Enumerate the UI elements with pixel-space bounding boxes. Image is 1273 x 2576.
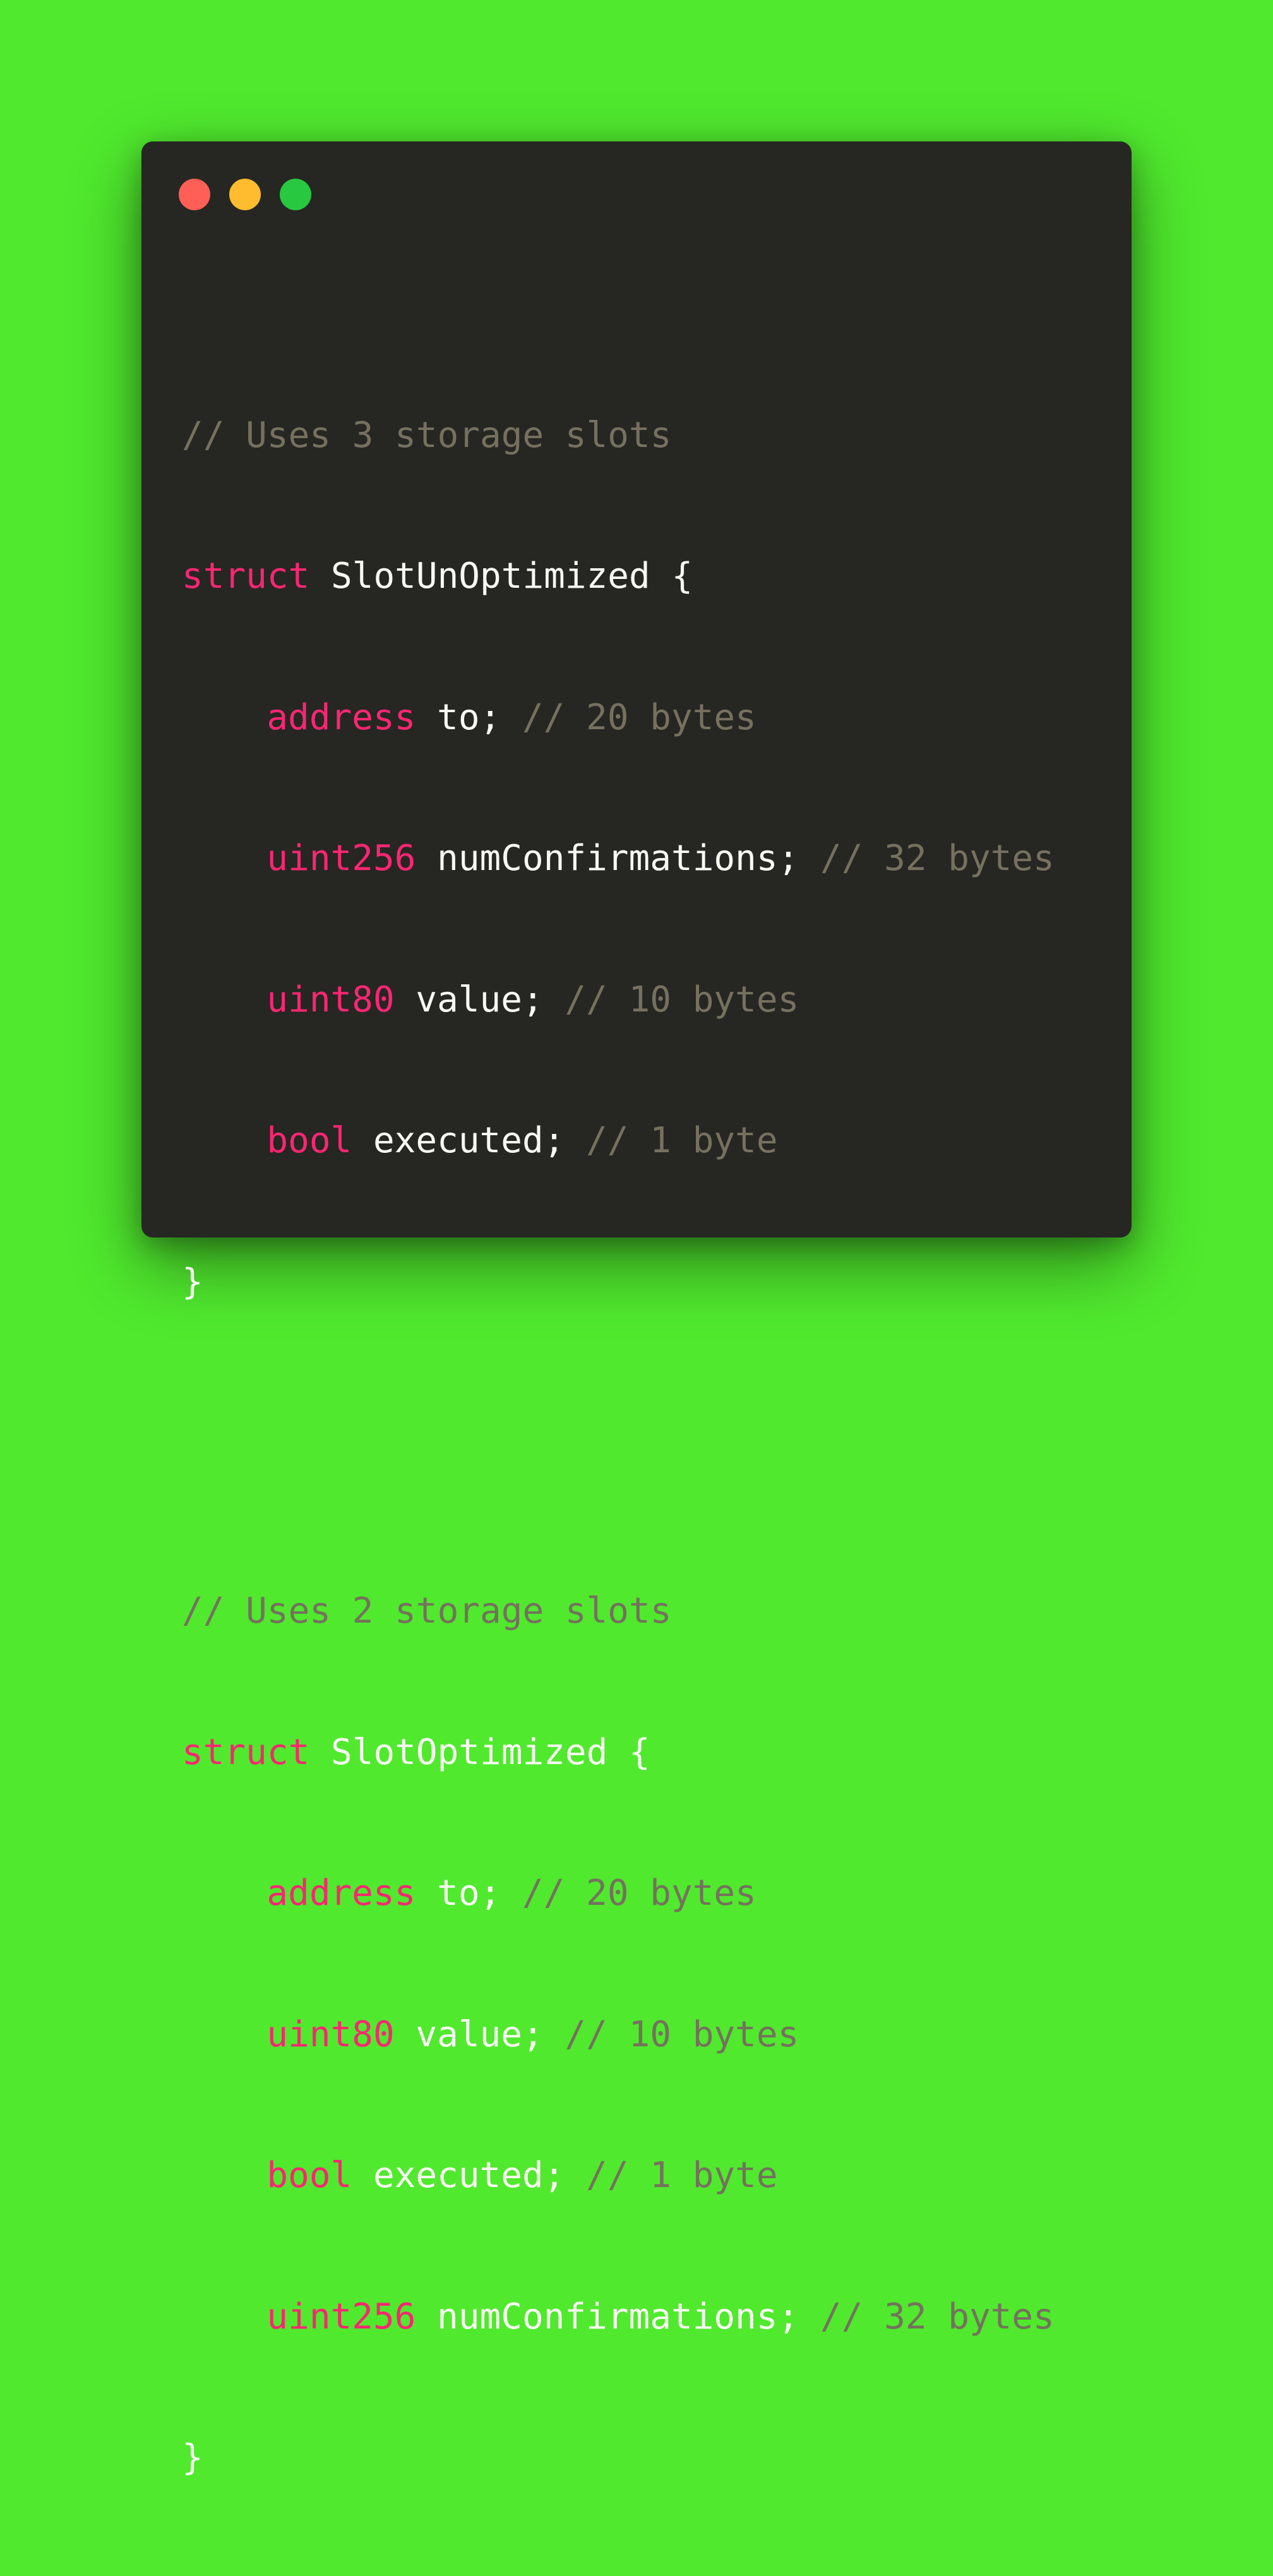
code-line: // Uses 3 storage slots (182, 412, 1055, 460)
code-line: uint80 value; // 10 bytes (182, 2012, 1055, 2059)
comment: // 20 bytes (522, 696, 756, 738)
field-decl: executed; (373, 1120, 565, 1161)
code-line: } (182, 2435, 1055, 2482)
code-line: // Uses 2 storage slots (182, 1588, 1055, 1635)
type: uint80 (266, 2013, 395, 2055)
field-decl: numConfirmations; (437, 2296, 799, 2337)
type: bool (266, 1120, 352, 1161)
page-background: { "colors": { "background": "#50e92e", "… (0, 0, 1273, 2478)
code-block: // Uses 3 storage slots struct SlotUnOpt… (182, 271, 1055, 2576)
code-line: struct SlotUnOptimized { (182, 553, 1055, 600)
field-decl: numConfirmations; (437, 838, 799, 879)
type: address (266, 696, 416, 738)
comment: // 1 byte (586, 2155, 778, 2196)
comment: // 10 bytes (565, 2013, 799, 2055)
code-line: address to; // 20 bytes (182, 1870, 1055, 1917)
code-line: uint80 value; // 10 bytes (182, 977, 1055, 1024)
comment: // 32 bytes (820, 2296, 1055, 2337)
type: uint256 (266, 838, 416, 879)
comment: // Uses 2 storage slots (182, 1590, 672, 1631)
keyword: struct (182, 1731, 310, 1773)
closing-brace: } (182, 2437, 203, 2478)
code-line: uint256 numConfirmations; // 32 bytes (182, 835, 1055, 883)
closing-brace: } (182, 1261, 203, 1303)
code-line: address to; // 20 bytes (182, 695, 1055, 742)
window-controls (179, 179, 311, 210)
comment: // 32 bytes (820, 838, 1055, 879)
type: uint256 (266, 2296, 416, 2337)
code-window: // Uses 3 storage slots struct SlotUnOpt… (141, 141, 1132, 2478)
field-decl: to; (437, 696, 501, 738)
comment: // Uses 3 storage slots (182, 414, 672, 456)
type: bool (266, 2155, 352, 2196)
code-line: } (182, 1259, 1055, 1306)
field-decl: executed; (373, 2155, 565, 2196)
keyword: struct (182, 556, 310, 597)
comment: // 20 bytes (522, 1873, 756, 1914)
code-line: struct SlotOptimized { (182, 1729, 1055, 1777)
field-decl: value; (415, 979, 544, 1020)
type: uint80 (266, 979, 395, 1020)
minimize-button[interactable] (229, 179, 261, 210)
field-decl: value; (415, 2013, 544, 2055)
comment: // 1 byte (586, 1120, 778, 1161)
struct-name: SlotOptimized { (331, 1731, 650, 1773)
code-line: bool executed; // 1 byte (182, 1118, 1055, 1165)
code-line: uint256 numConfirmations; // 32 bytes (182, 2294, 1055, 2341)
comment: // 10 bytes (565, 979, 799, 1020)
struct-name: SlotUnOptimized { (331, 556, 693, 597)
code-line: bool executed; // 1 byte (182, 2152, 1055, 2200)
field-decl: to; (437, 1873, 501, 1914)
type: address (266, 1873, 416, 1914)
maximize-button[interactable] (280, 179, 311, 210)
close-button[interactable] (179, 179, 210, 210)
